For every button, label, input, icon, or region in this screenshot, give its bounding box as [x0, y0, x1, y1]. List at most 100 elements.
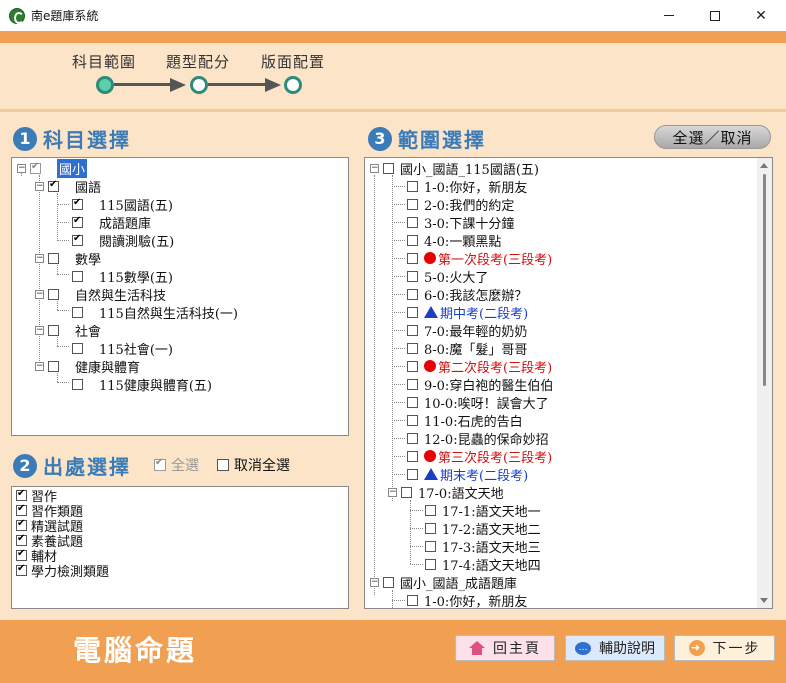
collapse-icon[interactable]: − [35, 361, 44, 371]
range-lesson-5[interactable]: 第一次段考(三段考) [407, 249, 552, 268]
tree-node-science-item-1[interactable]: 115自然與生活科技(一) [72, 303, 238, 322]
item-checkbox[interactable] [72, 342, 83, 354]
range-lesson-6[interactable]: 5-0:火大了 [407, 267, 488, 286]
root-checkbox[interactable] [30, 161, 41, 174]
maximize-button[interactable] [692, 0, 738, 31]
tree-node-health-item-1[interactable]: 115健康與體育(五) [72, 375, 212, 394]
item-checkbox[interactable] [407, 324, 418, 336]
item-checkbox[interactable] [407, 594, 418, 606]
tree-node-root[interactable]: − 國小 [17, 158, 88, 178]
range-unit-17[interactable]: − 17-0:語文天地 [388, 483, 504, 502]
item-checkbox[interactable] [16, 563, 27, 576]
item-checkbox[interactable] [383, 576, 394, 588]
item-checkbox[interactable] [407, 342, 418, 354]
item-checkbox[interactable] [407, 198, 418, 210]
item-checkbox[interactable] [72, 233, 83, 246]
range-group-2[interactable]: − 國小_國語_成語題庫 [370, 573, 517, 592]
minimize-button[interactable] [646, 0, 692, 31]
item-checkbox[interactable] [72, 215, 83, 228]
item-checkbox[interactable] [407, 234, 418, 246]
item-checkbox[interactable] [407, 306, 418, 318]
item-checkbox[interactable] [72, 270, 83, 282]
tree-node-health[interactable]: − 健康與體育 [35, 357, 140, 376]
collapse-icon[interactable]: − [370, 577, 379, 587]
item-checkbox[interactable] [72, 378, 83, 390]
item-checkbox[interactable] [407, 360, 418, 372]
range-unit-17-item-2[interactable]: 17-2:語文天地二 [425, 519, 541, 538]
help-button[interactable]: … 輔助說明 [565, 635, 665, 661]
range-lesson-8[interactable]: 期中考(二段考) [407, 303, 528, 322]
range-lesson-16[interactable]: 第三次段考(三段考) [407, 447, 552, 466]
scroll-up-icon[interactable] [760, 163, 768, 168]
item-checkbox[interactable] [16, 533, 27, 546]
tree-node-social-item-1[interactable]: 115社會(一) [72, 339, 173, 358]
collapse-icon[interactable]: − [370, 163, 379, 173]
range-group-2-item-1[interactable]: 1-0:你好，新朋友 [407, 591, 527, 608]
science-checkbox[interactable] [48, 288, 59, 300]
scroll-down-icon[interactable] [760, 598, 768, 603]
health-checkbox[interactable] [48, 360, 59, 372]
chinese-checkbox[interactable] [48, 179, 59, 192]
range-lesson-1[interactable]: 1-0:你好，新朋友 [407, 177, 527, 196]
collapse-icon[interactable]: − [35, 253, 44, 263]
source-item-6[interactable]: 學力檢測類題 [16, 563, 109, 580]
tree-node-chinese-item-1[interactable]: 115國語(五) [72, 195, 173, 214]
range-lesson-13[interactable]: 10-0:唉呀！誤會大了 [407, 393, 549, 412]
range-lesson-7[interactable]: 6-0:我該怎麼辦？ [407, 285, 527, 304]
range-lesson-17[interactable]: 期末考(二段考) [407, 465, 528, 484]
collapse-icon[interactable]: − [17, 163, 26, 173]
tree-node-chinese-item-3[interactable]: 閱讀測驗(五) [72, 231, 174, 250]
tree-node-social[interactable]: − 社會 [35, 321, 101, 340]
item-checkbox[interactable] [16, 488, 27, 501]
math-checkbox[interactable] [48, 252, 59, 264]
item-checkbox[interactable] [425, 504, 436, 516]
item-checkbox[interactable] [407, 216, 418, 228]
range-lesson-14[interactable]: 11-0:石虎的告白 [407, 411, 523, 430]
tree-node-science[interactable]: − 自然與生活科技 [35, 285, 166, 304]
item-checkbox[interactable] [407, 396, 418, 408]
range-lesson-10[interactable]: 8-0:魔「髮」哥哥 [407, 339, 527, 358]
range-lesson-3[interactable]: 3-0:下課十分鐘 [407, 213, 514, 232]
item-checkbox[interactable] [407, 414, 418, 426]
group-checkbox[interactable] [383, 162, 394, 174]
item-checkbox[interactable] [407, 432, 418, 444]
range-lesson-4[interactable]: 4-0:一顆黑點 [407, 231, 501, 250]
item-checkbox[interactable] [425, 522, 436, 534]
collapse-icon[interactable]: − [388, 487, 397, 497]
item-checkbox[interactable] [407, 378, 418, 390]
range-lesson-12[interactable]: 9-0:穿白袍的醫生伯伯 [407, 375, 553, 394]
range-lesson-15[interactable]: 12-0:昆蟲的保命妙招 [407, 429, 549, 448]
tree-node-math[interactable]: − 數學 [35, 249, 101, 268]
toggle-select-all-button[interactable]: 全選／取消 [654, 125, 771, 149]
tree-node-chinese-item-2[interactable]: 成語題庫 [72, 213, 151, 232]
collapse-icon[interactable]: − [35, 325, 44, 335]
scroll-thumb[interactable] [763, 174, 766, 386]
home-button[interactable]: 回主頁 [455, 635, 555, 661]
item-checkbox[interactable] [16, 503, 27, 516]
item-checkbox[interactable] [72, 197, 83, 210]
item-checkbox[interactable] [407, 270, 418, 282]
item-checkbox[interactable] [401, 486, 412, 498]
item-checkbox[interactable] [72, 306, 83, 318]
next-step-button[interactable]: ➜ 下一步 [674, 635, 775, 661]
range-unit-17-item-4[interactable]: 17-4:語文天地四 [425, 555, 541, 574]
item-checkbox[interactable] [425, 558, 436, 570]
range-lesson-2[interactable]: 2-0:我們的約定 [407, 195, 514, 214]
item-checkbox[interactable] [425, 540, 436, 552]
range-lesson-11[interactable]: 第二次段考(三段考) [407, 357, 552, 376]
item-checkbox[interactable] [407, 450, 418, 462]
range-scrollbar[interactable] [757, 158, 772, 608]
range-unit-17-item-3[interactable]: 17-3:語文天地三 [425, 537, 541, 556]
range-unit-17-item-1[interactable]: 17-1:語文天地一 [425, 501, 541, 520]
select-all-option[interactable]: 全選 [154, 455, 199, 475]
deselect-all-checkbox[interactable] [217, 459, 229, 471]
range-group-1[interactable]: − 國小_國語_115國語(五) [370, 159, 539, 178]
item-checkbox[interactable] [407, 288, 418, 300]
collapse-icon[interactable]: − [35, 181, 44, 191]
select-all-checkbox[interactable] [154, 457, 166, 471]
item-checkbox[interactable] [16, 518, 27, 531]
item-checkbox[interactable] [407, 252, 418, 264]
tree-node-math-item-1[interactable]: 115數學(五) [72, 267, 173, 286]
collapse-icon[interactable]: − [35, 289, 44, 299]
item-checkbox[interactable] [407, 468, 418, 480]
